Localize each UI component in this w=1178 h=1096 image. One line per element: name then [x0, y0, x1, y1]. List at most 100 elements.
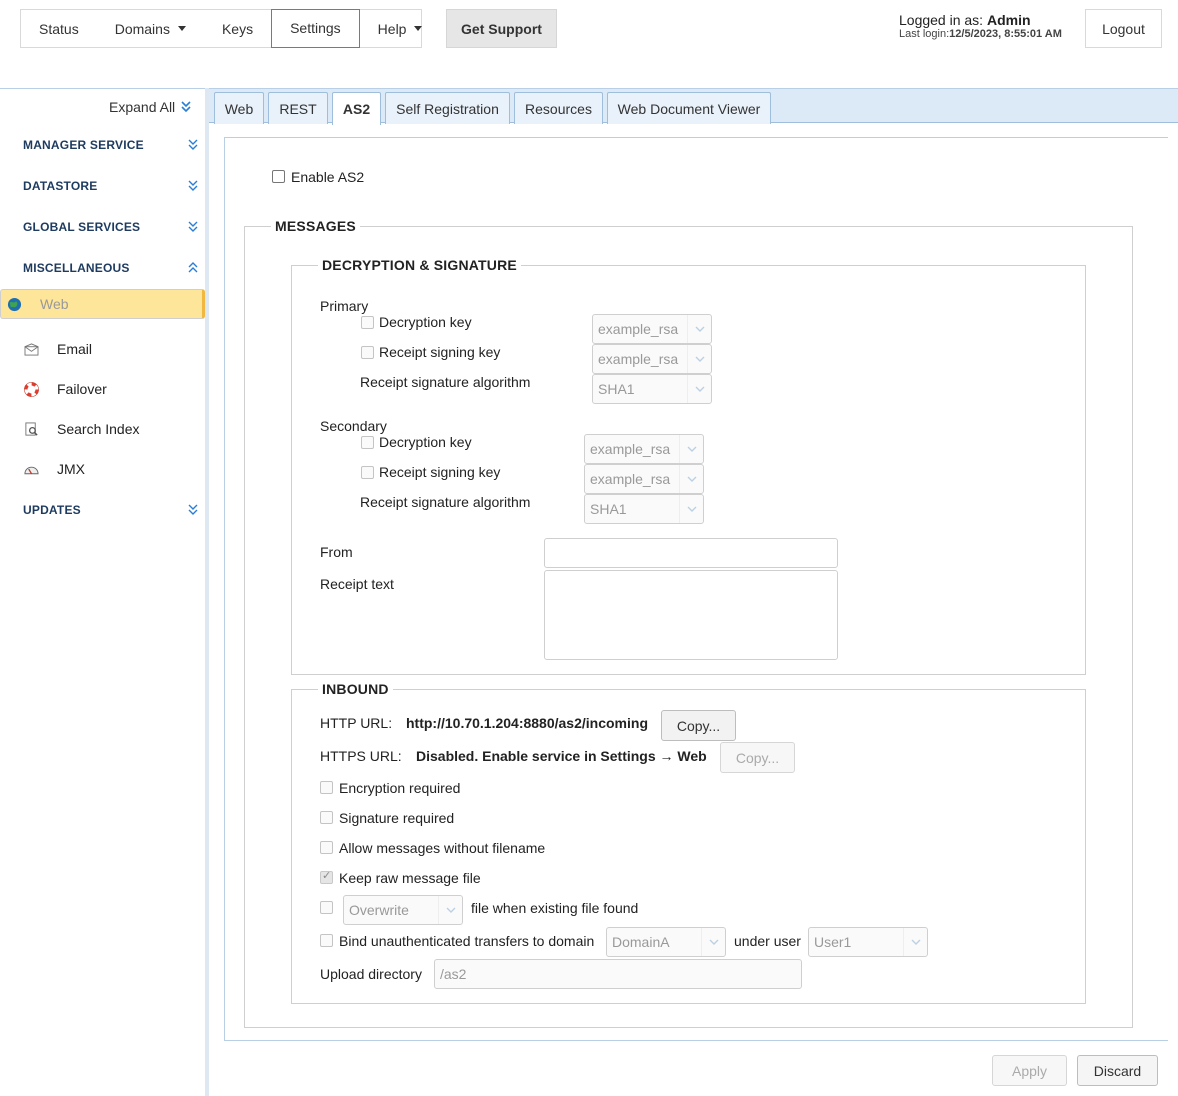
copy-https-button[interactable]: Copy... [720, 742, 795, 773]
expand-all-button[interactable]: Expand All [109, 99, 191, 115]
sidebar-item-search-index[interactable]: Search Index [0, 409, 205, 449]
double-chevron-down-icon [188, 180, 198, 192]
keep-raw-checkbox[interactable] [320, 869, 333, 884]
messages-fieldset: MESSAGES DECRYPTION & SIGNATURE Primary … [244, 218, 1133, 1028]
login-info: Logged in as: Admin Last login:12/5/2023… [899, 12, 1062, 40]
double-chevron-down-icon [188, 504, 198, 516]
sidebar-item-failover[interactable]: Failover [0, 369, 205, 409]
apply-button[interactable]: Apply [992, 1055, 1067, 1086]
secondary-algo-select[interactable]: SHA1 [584, 494, 704, 524]
nav-keys[interactable]: Keys [204, 10, 271, 47]
bind-domain-checkbox[interactable] [320, 934, 333, 947]
signature-required-label: Signature required [339, 810, 455, 826]
encryption-required-label: Encryption required [339, 780, 461, 796]
top-nav: Status Domains Keys Settings Help [20, 8, 423, 48]
chevron-down-icon [679, 435, 703, 463]
secondary-decryption-label: Decryption key [379, 434, 472, 450]
allow-no-filename-checkbox[interactable] [320, 841, 333, 854]
decryption-signature-fieldset: DECRYPTION & SIGNATURE Primary Decryptio… [291, 257, 1086, 675]
nav-settings[interactable]: Settings [271, 8, 360, 48]
sidebar: Expand All MANAGER SERVICE DATASTORE GLO… [0, 88, 205, 1096]
https-url-value: Disabled. Enable service in Settings → W… [416, 748, 707, 764]
sidebar-section-datastore[interactable]: DATASTORE [23, 179, 198, 193]
envelope-icon [23, 341, 39, 357]
lifebuoy-icon [23, 381, 39, 397]
tab-web[interactable]: Web [214, 92, 264, 124]
sidebar-divider [205, 88, 209, 1096]
primary-decryption-checkbox[interactable] [361, 316, 374, 329]
encryption-required-checkbox[interactable] [320, 781, 333, 794]
existing-file-checkbox[interactable] [320, 901, 333, 914]
enable-as2-checkbox[interactable] [272, 170, 285, 183]
secondary-signing-select[interactable]: example_rsa [584, 464, 704, 494]
primary-signing-select[interactable]: example_rsa [592, 344, 712, 374]
gauge-icon [23, 461, 39, 477]
sidebar-section-global-services[interactable]: GLOBAL SERVICES [23, 220, 198, 234]
domain-select[interactable]: DomainA [606, 927, 726, 957]
double-chevron-up-icon [188, 262, 198, 274]
chevron-down-icon [687, 375, 711, 403]
caret-down-icon [414, 26, 423, 31]
double-chevron-down-icon [188, 221, 198, 233]
logout-button[interactable]: Logout [1085, 9, 1162, 48]
overwrite-select[interactable]: Overwrite [343, 895, 463, 925]
sidebar-item-web[interactable]: Web [0, 289, 205, 319]
chevron-down-icon [438, 896, 462, 924]
nav-status[interactable]: Status [21, 10, 97, 47]
primary-heading: Primary [320, 298, 369, 314]
sidebar-section-manager-service[interactable]: MANAGER SERVICE [23, 138, 198, 152]
user-select[interactable]: User1 [808, 927, 928, 957]
nav-domains[interactable]: Domains [97, 10, 204, 47]
double-chevron-down-icon [181, 101, 191, 113]
tab-self-registration[interactable]: Self Registration [385, 92, 510, 124]
get-support-button[interactable]: Get Support [446, 9, 557, 48]
nav-help[interactable]: Help [360, 10, 441, 47]
as2-settings-panel: Enable AS2 MESSAGES DECRYPTION & SIGNATU… [224, 137, 1168, 1041]
tab-rest[interactable]: REST [268, 92, 328, 124]
copy-http-button[interactable]: Copy... [661, 710, 736, 741]
receipt-text-textarea[interactable] [544, 570, 838, 660]
username: Admin [986, 12, 1031, 28]
primary-signing-checkbox[interactable] [361, 346, 374, 359]
from-input[interactable] [544, 538, 838, 568]
chevron-down-icon [679, 465, 703, 493]
enable-as2-label: Enable AS2 [291, 169, 365, 185]
tab-web-document-viewer[interactable]: Web Document Viewer [607, 92, 771, 124]
http-url-value: http://10.70.1.204:8880/as2/incoming [406, 715, 648, 731]
primary-decryption-select[interactable]: example_rsa [592, 314, 712, 344]
https-url-label: HTTPS URL: [320, 748, 402, 764]
upload-directory-input[interactable]: /as2 [434, 959, 802, 989]
http-url-label: HTTP URL: [320, 715, 393, 731]
caret-down-icon [177, 26, 186, 31]
signature-required-checkbox[interactable] [320, 811, 333, 824]
allow-no-filename-label: Allow messages without filename [339, 840, 546, 856]
receipt-text-label: Receipt text [320, 576, 394, 592]
primary-decryption-label: Decryption key [379, 314, 472, 330]
messages-legend: MESSAGES [271, 218, 360, 234]
sidebar-item-jmx[interactable]: JMX [0, 449, 205, 489]
double-chevron-down-icon [188, 139, 198, 151]
inbound-fieldset: INBOUND HTTP URL: http://10.70.1.204:888… [291, 681, 1086, 1004]
tab-as2[interactable]: AS2 [332, 92, 381, 125]
discard-button[interactable]: Discard [1077, 1055, 1158, 1086]
secondary-decryption-checkbox[interactable] [361, 436, 374, 449]
inbound-legend: INBOUND [318, 681, 393, 697]
secondary-signing-label: Receipt signing key [379, 464, 501, 480]
tab-resources[interactable]: Resources [514, 92, 603, 124]
chevron-down-icon [679, 495, 703, 523]
last-login-time: 12/5/2023, 8:55:01 AM [949, 28, 1062, 40]
primary-algo-select[interactable]: SHA1 [592, 374, 712, 404]
secondary-algo-label: Receipt signature algorithm [360, 494, 531, 510]
secondary-decryption-select[interactable]: example_rsa [584, 434, 704, 464]
bind-domain-label: Bind unauthenticated transfers to domain [339, 933, 595, 949]
sidebar-section-miscellaneous[interactable]: MISCELLANEOUS [23, 261, 198, 275]
from-label: From [320, 544, 353, 560]
sidebar-item-email[interactable]: Email [0, 329, 205, 369]
keep-raw-label: Keep raw message file [339, 870, 481, 886]
search-document-icon [23, 421, 39, 437]
primary-signing-label: Receipt signing key [379, 344, 501, 360]
secondary-signing-checkbox[interactable] [361, 466, 374, 479]
sidebar-section-updates[interactable]: UPDATES [23, 503, 198, 517]
existing-file-label: file when existing file found [471, 900, 639, 916]
under-user-label: under user [734, 933, 801, 949]
